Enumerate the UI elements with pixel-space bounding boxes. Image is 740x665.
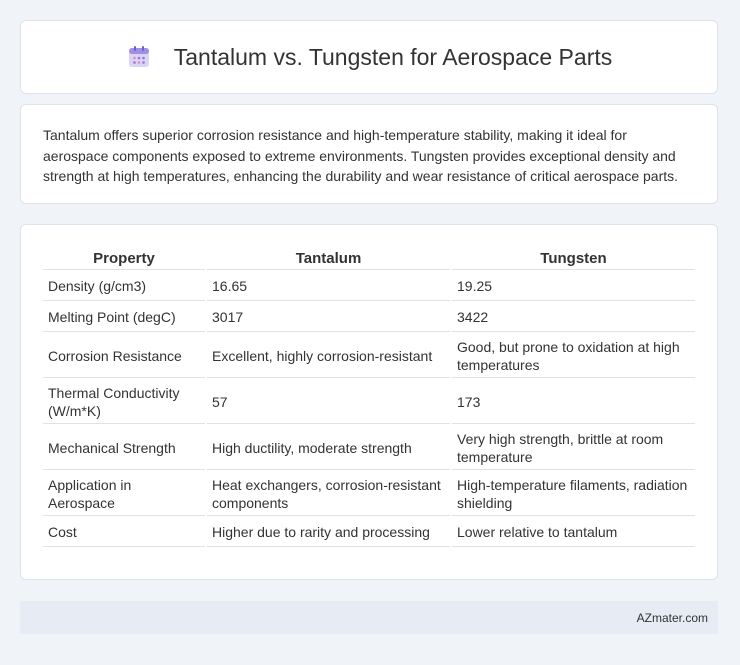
comparison-table: Property Tantalum Tungsten Density (g/cm… [41,245,697,549]
cell-tantalum: Excellent, highly corrosion-resistant [207,334,450,378]
cell-property: Corrosion Resistance [43,334,205,378]
calendar-icon [128,46,149,67]
cell-tantalum: 16.65 [207,272,450,301]
cell-tantalum: Heat exchangers, corrosion-resistant com… [207,472,450,516]
cell-tungsten: 19.25 [452,272,695,301]
table-row: Application in Aerospace Heat exchangers… [43,472,695,516]
intro-card: Tantalum offers superior corrosion resis… [20,104,718,204]
cell-tungsten: Very high strength, brittle at room temp… [452,426,695,470]
cell-tantalum: 57 [207,380,450,424]
comparison-card: Property Tantalum Tungsten Density (g/cm… [20,224,718,580]
table-row: Thermal Conductivity (W/m*K) 57 173 [43,380,695,424]
table-row: Corrosion Resistance Excellent, highly c… [43,334,695,378]
cell-tantalum: Higher due to rarity and processing [207,518,450,547]
page-title-text: Tantalum vs. Tungsten for Aerospace Part… [173,43,613,70]
cell-property: Cost [43,518,205,547]
page-title: Tantalum vs. Tungsten for Aerospace Part… [126,43,613,71]
cell-property: Density (g/cm3) [43,272,205,301]
cell-property: Melting Point (degC) [43,303,205,332]
table-row: Melting Point (degC) 3017 3422 [43,303,695,332]
cell-tantalum: 3017 [207,303,450,332]
table-row: Cost Higher due to rarity and processing… [43,518,695,547]
cell-property: Application in Aerospace [43,472,205,516]
intro-text: Tantalum offers superior corrosion resis… [43,127,679,184]
cell-tantalum: High ductility, moderate strength [207,426,450,470]
cell-property: Mechanical Strength [43,426,205,470]
table-row: Mechanical Strength High ductility, mode… [43,426,695,470]
cell-tungsten: Good, but prone to oxidation at high tem… [452,334,695,378]
footer-site: AZmater.com [636,610,708,625]
cell-tungsten: Lower relative to tantalum [452,518,695,547]
title-card: Tantalum vs. Tungsten for Aerospace Part… [20,20,718,94]
cell-property: Thermal Conductivity (W/m*K) [43,380,205,424]
header-property: Property [43,247,205,270]
cell-tungsten: 173 [452,380,695,424]
cell-tungsten: High-temperature filaments, radiation sh… [452,472,695,516]
cell-tungsten: 3422 [452,303,695,332]
footer-bar: AZmater.com [20,601,718,634]
table-header-row: Property Tantalum Tungsten [43,247,695,270]
header-tungsten: Tungsten [452,247,695,270]
header-tantalum: Tantalum [207,247,450,270]
table-row: Density (g/cm3) 16.65 19.25 [43,272,695,301]
